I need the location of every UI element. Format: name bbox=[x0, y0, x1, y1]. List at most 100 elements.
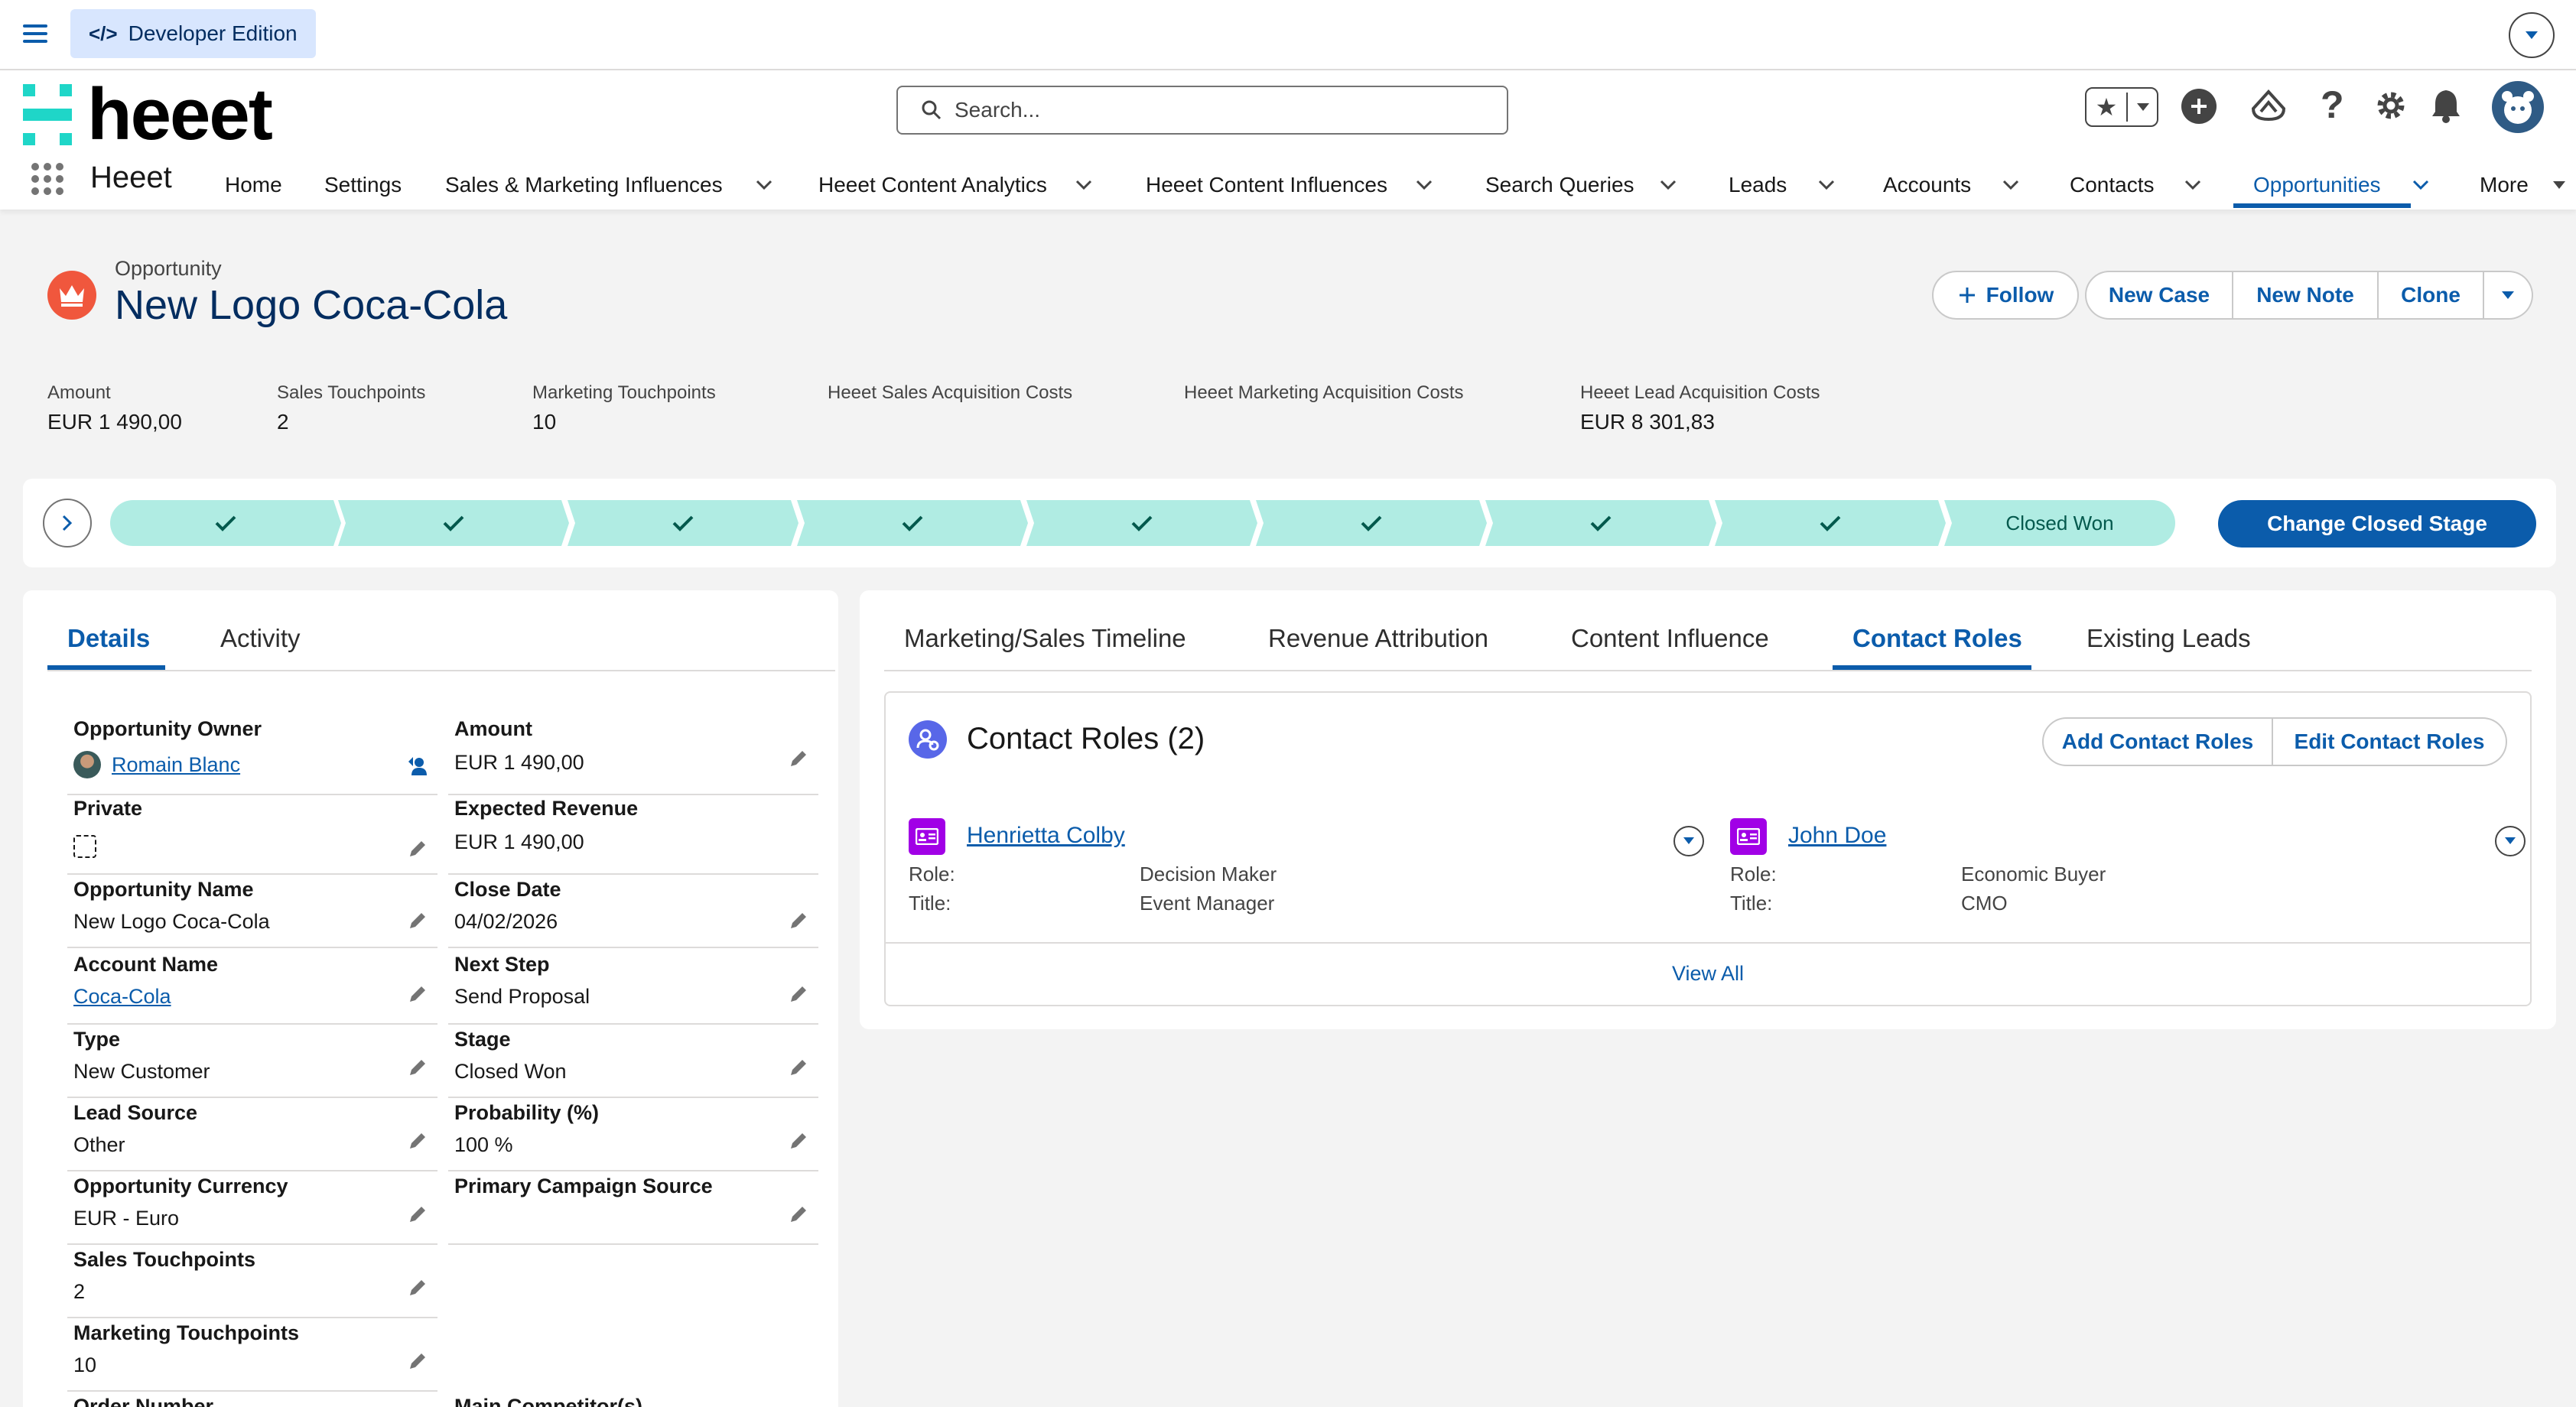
tab-content-influence[interactable]: Content Influence bbox=[1571, 624, 1769, 653]
nav-item-accounts[interactable]: Accounts bbox=[1883, 162, 2020, 208]
field-divider bbox=[448, 794, 818, 795]
chevron-down-icon[interactable] bbox=[1659, 179, 1677, 191]
pencil-icon[interactable] bbox=[407, 1204, 428, 1225]
pencil-icon[interactable] bbox=[788, 910, 809, 931]
tab-revenue-attribution[interactable]: Revenue Attribution bbox=[1268, 624, 1488, 653]
tab-details[interactable]: Details bbox=[67, 624, 150, 653]
nav-item-settings[interactable]: Settings bbox=[324, 162, 402, 208]
contact-card-icon bbox=[909, 818, 945, 855]
record-actions-group: New Case New Note Clone bbox=[2085, 271, 2533, 320]
pencil-icon[interactable] bbox=[407, 1057, 428, 1078]
owner-link[interactable]: Romain Blanc bbox=[112, 753, 240, 777]
global-search-input[interactable]: Search... bbox=[896, 86, 1508, 135]
chevron-down-icon[interactable] bbox=[1415, 179, 1433, 191]
field-label: Stage bbox=[454, 1028, 511, 1051]
tab-activity[interactable]: Activity bbox=[220, 624, 301, 653]
follow-button[interactable]: Follow bbox=[1932, 271, 2079, 320]
nav-item-sales-marketing-influences[interactable]: Sales & Marketing Influences bbox=[445, 162, 773, 208]
clone-button[interactable]: Clone bbox=[2379, 271, 2484, 320]
tab-marketing-sales-timeline[interactable]: Marketing/Sales Timeline bbox=[904, 624, 1186, 653]
pencil-icon[interactable] bbox=[407, 838, 428, 859]
chevron-down-icon[interactable] bbox=[2184, 179, 2202, 191]
nav-item-heeet-content-influences[interactable]: Heeet Content Influences bbox=[1146, 162, 1433, 208]
gear-icon[interactable] bbox=[2374, 89, 2408, 122]
pencil-icon[interactable] bbox=[407, 1130, 428, 1152]
setup-dropdown-icon[interactable] bbox=[2509, 12, 2555, 58]
path-stage-complete[interactable] bbox=[1485, 500, 1716, 546]
path-stage-complete[interactable] bbox=[568, 500, 798, 546]
path-toggle-button[interactable] bbox=[43, 499, 92, 548]
path-stage-current[interactable]: Closed Won bbox=[1944, 500, 2175, 546]
add-contact-roles-button[interactable]: Add Contact Roles bbox=[2042, 717, 2273, 766]
pencil-icon[interactable] bbox=[407, 983, 428, 1005]
path-stage-complete[interactable] bbox=[1715, 500, 1946, 546]
help-icon[interactable]: ? bbox=[2321, 83, 2344, 127]
field-next-step: Next Step Send Proposal bbox=[448, 953, 818, 1026]
contact-tile: Henrietta Colby Role: Decision Maker Tit… bbox=[909, 818, 1704, 925]
nav-item-search-queries[interactable]: Search Queries bbox=[1485, 162, 1677, 208]
favorites-button[interactable]: ★ bbox=[2085, 87, 2158, 127]
pencil-icon[interactable] bbox=[788, 983, 809, 1005]
path-stage-complete[interactable] bbox=[797, 500, 1028, 546]
heeet-logo[interactable]: heeet bbox=[23, 78, 273, 151]
private-checkbox[interactable] bbox=[73, 835, 96, 858]
path-stage-complete[interactable] bbox=[338, 500, 569, 546]
contact-name-link[interactable]: Henrietta Colby bbox=[967, 823, 1125, 849]
change-closed-stage-button[interactable]: Change Closed Stage bbox=[2218, 500, 2536, 548]
chevron-down-icon[interactable] bbox=[1817, 179, 1836, 191]
nav-item-leads[interactable]: Leads bbox=[1729, 162, 1836, 208]
path-stage-complete[interactable] bbox=[110, 500, 341, 546]
pencil-icon[interactable] bbox=[407, 1350, 428, 1372]
nav-item-more[interactable]: More bbox=[2480, 162, 2567, 208]
developer-edition-badge[interactable]: </> Developer Edition bbox=[70, 9, 316, 58]
trailhead-icon[interactable] bbox=[2250, 89, 2287, 124]
field-label: Next Step bbox=[454, 953, 550, 976]
user-avatar[interactable] bbox=[2492, 81, 2544, 133]
nav-item-home[interactable]: Home bbox=[225, 162, 282, 208]
chevron-down-icon[interactable] bbox=[2002, 179, 2020, 191]
pencil-icon[interactable] bbox=[788, 748, 809, 769]
nav-item-heeet-content-analytics[interactable]: Heeet Content Analytics bbox=[818, 162, 1093, 208]
field-primary-campaign-source: Primary Campaign Source bbox=[448, 1175, 818, 1248]
more-actions-button[interactable] bbox=[2484, 271, 2533, 320]
global-header: heeet Search... ★ ? Heeet Home Settings … bbox=[0, 70, 2576, 210]
tab-contact-roles[interactable]: Contact Roles bbox=[1852, 624, 2022, 653]
nav-item-opportunities[interactable]: Opportunities bbox=[2253, 162, 2430, 208]
new-note-button[interactable]: New Note bbox=[2233, 271, 2379, 320]
tab-label: Content Influence bbox=[1571, 624, 1769, 652]
contact-actions-icon[interactable] bbox=[2495, 826, 2526, 856]
field-divider bbox=[448, 1243, 818, 1245]
pencil-icon[interactable] bbox=[407, 910, 428, 931]
field-divider bbox=[448, 1023, 818, 1025]
view-all-link[interactable]: View All bbox=[886, 962, 2530, 986]
pencil-icon[interactable] bbox=[407, 1277, 428, 1298]
pencil-icon[interactable] bbox=[788, 1130, 809, 1152]
pencil-icon[interactable] bbox=[788, 1204, 809, 1225]
new-case-label: New Case bbox=[2108, 283, 2210, 307]
chevron-down-icon[interactable] bbox=[1075, 179, 1093, 191]
field-value: Other bbox=[73, 1133, 125, 1156]
check-icon bbox=[443, 515, 464, 531]
field-divider bbox=[67, 1170, 437, 1171]
notifications-bell-icon[interactable] bbox=[2429, 87, 2463, 124]
change-owner-icon[interactable] bbox=[407, 755, 428, 777]
contact-actions-icon[interactable] bbox=[1673, 826, 1704, 856]
global-actions-icon[interactable] bbox=[2181, 89, 2217, 124]
chevron-down-icon[interactable] bbox=[2412, 179, 2430, 191]
app-launcher-icon[interactable] bbox=[31, 162, 64, 196]
tab-existing-leads[interactable]: Existing Leads bbox=[2086, 624, 2251, 653]
app-menu-icon[interactable] bbox=[23, 23, 47, 44]
field-lead-source: Lead Source Other bbox=[67, 1101, 437, 1175]
pencil-icon[interactable] bbox=[788, 1057, 809, 1078]
contact-name-link[interactable]: John Doe bbox=[1788, 823, 1886, 849]
highlight-sales-touchpoints: Sales Touchpoints 2 bbox=[277, 382, 425, 434]
path-stage-label: Closed Won bbox=[2005, 511, 2114, 535]
path-stage-complete[interactable] bbox=[1026, 500, 1257, 546]
account-link[interactable]: Coca-Cola bbox=[73, 985, 171, 1009]
path-stage-complete[interactable] bbox=[1256, 500, 1487, 546]
new-case-button[interactable]: New Case bbox=[2085, 271, 2233, 320]
edit-contact-roles-button[interactable]: Edit Contact Roles bbox=[2273, 717, 2507, 766]
chevron-down-icon[interactable] bbox=[755, 179, 773, 191]
field-label: Opportunity Owner bbox=[73, 717, 262, 740]
nav-item-contacts[interactable]: Contacts bbox=[2070, 162, 2202, 208]
